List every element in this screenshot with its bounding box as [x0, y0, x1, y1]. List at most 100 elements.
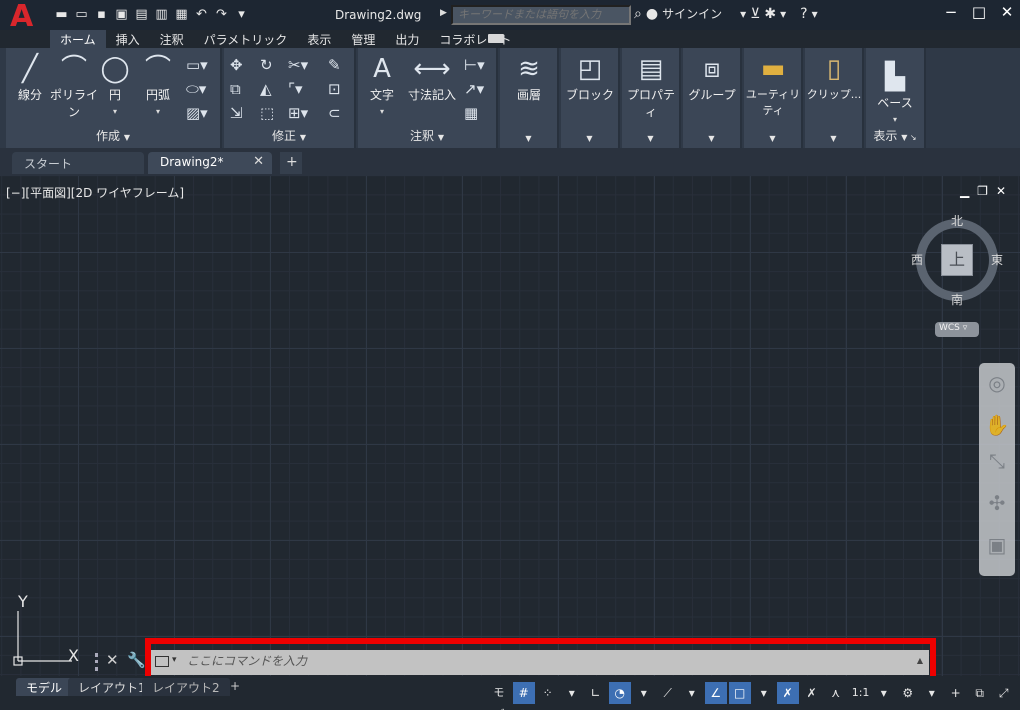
isolate-objects-icon[interactable]: ⧉	[969, 682, 991, 704]
tab-output[interactable]: 出力	[385, 30, 429, 48]
save-icon[interactable]: ▪	[93, 6, 110, 23]
app-dropdown-icon[interactable]: ▾	[780, 7, 786, 21]
utilities-dropdown-icon[interactable]: ▼	[744, 130, 801, 144]
compass-east[interactable]: 東	[991, 251, 1003, 268]
snap-icon[interactable]: ⁘	[537, 682, 559, 704]
viewcube-top-face[interactable]: 上	[941, 244, 973, 276]
polyline-button[interactable]: ⌒ ポリライン	[48, 52, 100, 120]
close-icon[interactable]: ✕	[998, 3, 1016, 21]
stretch-icon[interactable]: ⇲	[230, 104, 243, 122]
orbit-icon[interactable]: ✣	[979, 491, 1015, 515]
zoom-extents-icon[interactable]: ⤡	[979, 449, 1015, 473]
annotation-visibility-icon[interactable]: ✗	[776, 682, 799, 704]
polar-tracking-icon[interactable]: ◔	[608, 682, 631, 704]
open-file-icon[interactable]: ▭	[73, 6, 90, 23]
undo-icon[interactable]: ↶	[193, 6, 210, 23]
steering-wheel-icon[interactable]: ◎	[979, 371, 1015, 395]
hatch-icon[interactable]: ▨▾	[186, 104, 208, 122]
polar-dropdown-icon[interactable]: ▾	[633, 682, 655, 704]
base-button[interactable]: ▙ ベース ▾	[866, 60, 924, 125]
print-icon[interactable]: ▦	[173, 6, 190, 23]
command-line-grip[interactable]	[95, 653, 105, 671]
circle-dropdown-icon[interactable]: ▾	[113, 107, 117, 116]
ortho-icon[interactable]: ∟	[585, 682, 607, 704]
viewport-restore-icon[interactable]: ❐	[977, 184, 988, 198]
trim-icon[interactable]: ✂▾	[288, 56, 308, 74]
line-button[interactable]: ╱ 線分	[10, 52, 50, 103]
dimension-button[interactable]: ⟷ 寸法記入	[406, 52, 458, 103]
properties-dropdown-icon[interactable]: ▼	[622, 130, 679, 144]
scale-icon[interactable]: ⬚	[260, 104, 274, 122]
explode-icon[interactable]: ⊡	[328, 80, 341, 98]
search-input[interactable]	[451, 5, 631, 25]
object-snap-tracking-icon[interactable]: ∠	[704, 682, 727, 704]
wcs-menu[interactable]: WCS ▿	[935, 322, 979, 337]
fillet-icon[interactable]: ⌜▾	[288, 80, 303, 98]
circle-button[interactable]: ◯ 円 ▾	[98, 52, 132, 117]
leader-icon[interactable]: ↗▾	[464, 80, 484, 98]
properties-button[interactable]: ▤ プロパティ	[622, 52, 680, 120]
command-line[interactable]: ▾ ▲	[151, 650, 929, 675]
isodraft-dropdown-icon[interactable]: ▾	[681, 682, 703, 704]
view-panel-title[interactable]: 表示 ▼ ↘	[866, 127, 924, 144]
help-dropdown-icon[interactable]: ▾	[812, 7, 818, 21]
arc-button[interactable]: ⌒ 円弧 ▾	[138, 52, 178, 117]
tab-annotate[interactable]: 注釈	[150, 30, 194, 48]
recent-commands-dropdown-icon[interactable]: ▾	[172, 655, 177, 665]
scale-dropdown-icon[interactable]: ▾	[873, 682, 895, 704]
tab-model[interactable]: モデル	[16, 678, 73, 696]
table-icon[interactable]: ▦	[464, 104, 478, 122]
grid-icon[interactable]: #	[512, 682, 535, 704]
workspace-gear-icon[interactable]: ⚙	[897, 682, 919, 704]
erase-icon[interactable]: ✎	[328, 56, 341, 74]
tab-drawing2[interactable]: Drawing2* ✕	[148, 152, 272, 174]
new-file-icon[interactable]: ▬	[53, 6, 70, 23]
clipboard-button[interactable]: ▯ クリップ...	[805, 52, 863, 102]
cart-icon[interactable]: ⊻	[750, 6, 760, 22]
command-history-icon[interactable]: ▲	[917, 656, 923, 665]
compass-west[interactable]: 西	[911, 251, 923, 268]
clipboard-dropdown-icon[interactable]: ▼	[805, 130, 862, 144]
command-prompt-icon[interactable]	[155, 656, 169, 667]
tab-home[interactable]: ホーム	[50, 30, 106, 48]
utilities-button[interactable]: ▬ ユーティリティ	[744, 52, 802, 118]
layers-button[interactable]: ≋ 画層	[500, 52, 558, 103]
command-line-close-icon[interactable]: ✕	[106, 651, 119, 669]
import-icon[interactable]: ▤	[133, 6, 150, 23]
block-dropdown-icon[interactable]: ▼	[561, 130, 618, 144]
autodesk-app-icon[interactable]: ✱	[764, 6, 776, 22]
clipboard-panel[interactable]: ▯ クリップ... ▼	[805, 48, 864, 148]
viewport-minimize-icon[interactable]: ▁	[960, 184, 969, 198]
object-snap-icon[interactable]: □	[728, 682, 751, 704]
auto-scale-icon[interactable]: ✗	[801, 682, 823, 704]
properties-panel[interactable]: ▤ プロパティ ▼	[622, 48, 681, 148]
tab-view[interactable]: 表示	[297, 30, 341, 48]
compass-north[interactable]: 北	[951, 212, 963, 229]
tab-layout2[interactable]: レイアウト2	[142, 678, 230, 696]
layers-panel[interactable]: ≋ 画層 ▼	[500, 48, 559, 148]
offset-icon[interactable]: ⊂	[328, 104, 341, 122]
signin-dropdown-icon[interactable]: ▾	[740, 7, 746, 21]
groups-button[interactable]: ⧈ グループ	[683, 52, 741, 103]
block-button[interactable]: ◰ ブロック	[561, 52, 619, 103]
export-icon[interactable]: ▥	[153, 6, 170, 23]
text-button[interactable]: A 文字 ▾	[364, 52, 400, 117]
groups-panel[interactable]: ⧈ グループ ▼	[683, 48, 742, 148]
tab-start[interactable]: スタート	[12, 152, 144, 174]
maximize-icon[interactable]: □	[970, 3, 988, 21]
tab-manage[interactable]: 管理	[341, 30, 385, 48]
annotation-monitor-icon[interactable]: +	[945, 682, 967, 704]
array-icon[interactable]: ⊞▾	[288, 104, 308, 122]
viewport-close-icon[interactable]: ✕	[996, 184, 1006, 198]
block-panel[interactable]: ◰ ブロック ▼	[561, 48, 620, 148]
utilities-panel[interactable]: ▬ ユーティリティ ▼	[744, 48, 803, 148]
add-layout-button[interactable]: +	[220, 678, 250, 696]
modify-panel-title[interactable]: 修正 ▼	[224, 127, 354, 144]
annotation-scale-icon[interactable]: ⋏	[825, 682, 847, 704]
user-icon[interactable]: ●	[646, 6, 658, 22]
osnap-dropdown-icon[interactable]: ▾	[753, 682, 775, 704]
compass-south[interactable]: 南	[951, 291, 963, 308]
help-icon[interactable]: ?	[800, 6, 807, 22]
linear-dim-icon[interactable]: ⊢▾	[464, 56, 485, 74]
close-tab-icon[interactable]: ✕	[253, 154, 264, 169]
